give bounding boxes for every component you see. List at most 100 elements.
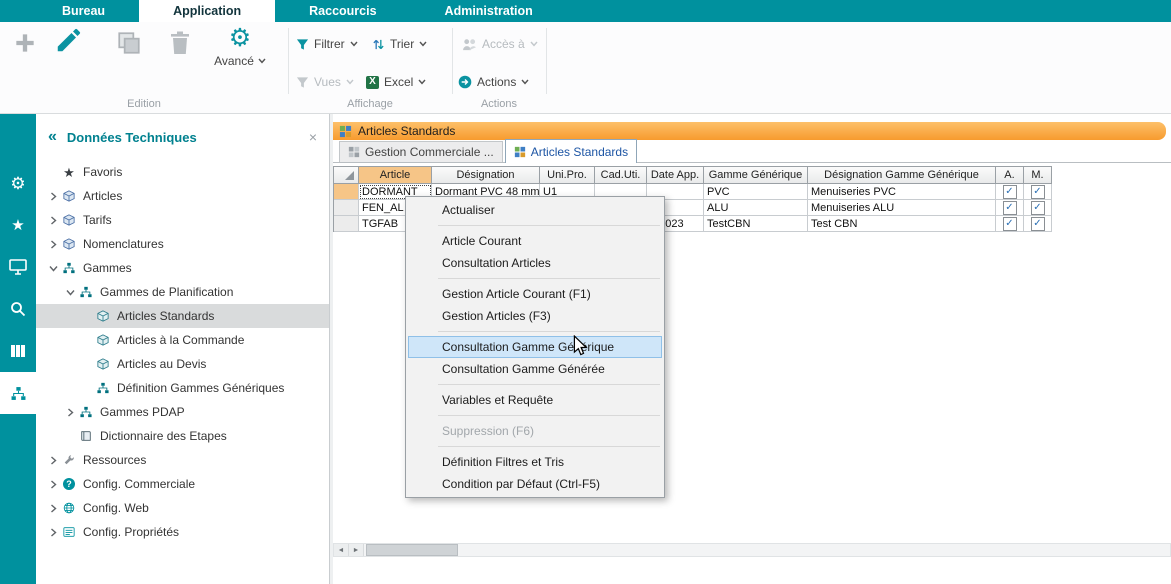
column-header-designation[interactable]: Désignation (432, 167, 540, 184)
menu-tab-administration[interactable]: Administration (411, 0, 567, 22)
excel-button[interactable]: XExcel (366, 74, 426, 90)
chevron-right-icon[interactable] (46, 528, 60, 537)
menu-item-consultation-gamme-generique[interactable]: Consultation Gamme Générique (408, 336, 662, 358)
column-header-uni-pro[interactable]: Uni.Pro. (540, 167, 595, 184)
chevron-right-icon[interactable] (63, 408, 77, 417)
column-header-a[interactable]: A. (996, 167, 1024, 184)
grid-cell-checkbox[interactable]: ✓ (1024, 200, 1052, 216)
filtrer-button[interactable]: Filtrer (296, 36, 358, 52)
sidebar-item-config-commerciale[interactable]: ?Config. Commerciale (36, 472, 329, 496)
menu-item-condition-par-defaut-ctrl-f5[interactable]: Condition par Défaut (Ctrl-F5) (408, 473, 662, 495)
chevron-right-icon[interactable] (46, 504, 60, 513)
sidebar-item-dictionnaire-des-etapes[interactable]: Dictionnaire des Etapes (36, 424, 329, 448)
sidebar-item-articles[interactable]: Articles (36, 184, 329, 208)
sidebar-item-ressources[interactable]: Ressources (36, 448, 329, 472)
sidebar-item-articles-a-la-commande[interactable]: Articles à la Commande (36, 328, 329, 352)
rail-item-grid[interactable] (0, 330, 36, 372)
sidebar-item-articles-au-devis[interactable]: Articles au Devis (36, 352, 329, 376)
grid-cell-checkbox[interactable]: ✓ (996, 184, 1024, 200)
vues-button: Vues (296, 74, 354, 90)
grid-cell-checkbox[interactable]: ✓ (1024, 184, 1052, 200)
chevron-down-icon[interactable] (46, 265, 60, 272)
edit-button[interactable] (54, 25, 84, 55)
chevron-right-icon[interactable] (46, 192, 60, 201)
column-header-cad-uti[interactable]: Cad.Uti. (595, 167, 647, 184)
grid-cell[interactable]: Menuiseries ALU (808, 200, 996, 216)
column-header-designation-gamme-generique[interactable]: Désignation Gamme Générique (808, 167, 996, 184)
menu-tab-raccourcis[interactable]: Raccourcis (275, 0, 410, 22)
sidebar-title: Données Techniques (67, 130, 309, 145)
column-header-date-app[interactable]: Date App. (647, 167, 704, 184)
row-selector[interactable] (334, 184, 359, 200)
chevron-down-icon (419, 41, 427, 47)
rail-item-settings[interactable]: ⚙ (0, 162, 36, 204)
sidebar-item-label: Gammes PDAP (100, 405, 185, 419)
grid-cell[interactable]: Menuiseries PVC (808, 184, 996, 200)
select-all-icon (345, 171, 354, 180)
trier-button[interactable]: Trier (372, 36, 427, 52)
package-icon (94, 334, 112, 346)
monitor-icon (9, 259, 27, 275)
grid-cell[interactable]: PVC (704, 184, 808, 200)
column-header-article[interactable]: Article (359, 167, 432, 184)
menu-item-gestion-articles-f3[interactable]: Gestion Articles (F3) (408, 305, 662, 327)
chevron-down-icon[interactable] (63, 289, 77, 296)
column-header-gamme-generique[interactable]: Gamme Générique (704, 167, 808, 184)
row-selector[interactable] (334, 200, 359, 216)
menu-item-consultation-articles[interactable]: Consultation Articles (408, 252, 662, 274)
grid-cell-checkbox[interactable]: ✓ (1024, 216, 1052, 232)
tab-articles-standards[interactable]: Articles Standards (505, 139, 637, 163)
sidebar-item-config-proprietes[interactable]: Config. Propriétés (36, 520, 329, 544)
sidebar-item-gammes-pdap[interactable]: Gammes PDAP (36, 400, 329, 424)
sidebar-item-tarifs[interactable]: Tarifs (36, 208, 329, 232)
tab-gestion-commerciale[interactable]: Gestion Commerciale ... (339, 141, 503, 162)
package-icon (94, 310, 112, 322)
column-header-m[interactable]: M. (1024, 167, 1052, 184)
collapse-panel-icon[interactable]: « (48, 128, 55, 146)
sidebar-item-label: Définition Gammes Génériques (117, 381, 284, 395)
chevron-right-icon[interactable] (46, 216, 60, 225)
actions-button[interactable]: Actions (458, 74, 529, 90)
chevron-right-icon[interactable] (46, 480, 60, 489)
menu-tab-application[interactable]: Application (139, 0, 275, 22)
scrollbar-thumb[interactable] (366, 544, 458, 556)
close-panel-icon[interactable]: × (309, 129, 317, 145)
menu-item-consultation-gamme-generee[interactable]: Consultation Gamme Générée (408, 358, 662, 380)
menu-item-variables-et-requete[interactable]: Variables et Requête (408, 389, 662, 411)
advanced-button[interactable]: ⚙ Avancé (212, 26, 268, 68)
search-icon (10, 301, 26, 317)
grid-cell[interactable]: Test CBN (808, 216, 996, 232)
chevron-right-icon[interactable] (46, 456, 60, 465)
menu-item-actualiser[interactable]: Actualiser (408, 199, 662, 221)
rail-item-search[interactable] (0, 288, 36, 330)
grid-cell-checkbox[interactable]: ✓ (996, 200, 1024, 216)
menu-separator (438, 331, 660, 332)
scroll-left-icon[interactable]: ◄ (334, 544, 349, 556)
grid-cell[interactable]: TestCBN (704, 216, 808, 232)
sidebar-item-gammes-de-planification[interactable]: Gammes de Planification (36, 280, 329, 304)
sidebar-item-definition-gammes-generiques[interactable]: Définition Gammes Génériques (36, 376, 329, 400)
row-selector[interactable] (334, 216, 359, 232)
horizontal-scrollbar[interactable]: ◄ ► (333, 543, 1171, 557)
rail-item-monitor[interactable] (0, 246, 36, 288)
grid-cell[interactable]: ALU (704, 200, 808, 216)
sidebar-item-config-web[interactable]: Config. Web (36, 496, 329, 520)
sidebar-item-gammes[interactable]: Gammes (36, 256, 329, 280)
trash-icon (168, 30, 192, 56)
sidebar-item-favoris[interactable]: ★Favoris (36, 160, 329, 184)
scroll-right-icon[interactable]: ► (349, 544, 364, 556)
menu-item-article-courant[interactable]: Article Courant (408, 230, 662, 252)
sidebar-item-articles-standards[interactable]: Articles Standards (36, 304, 329, 328)
actions-arrow-icon (458, 75, 472, 89)
sidebar-item-label: Favoris (83, 165, 122, 179)
grid-cell-checkbox[interactable]: ✓ (996, 216, 1024, 232)
rail-item-favorites[interactable]: ★ (0, 204, 36, 246)
sidebar-item-nomenclatures[interactable]: Nomenclatures (36, 232, 329, 256)
rail-item-technical-data[interactable] (0, 372, 36, 414)
column-header-selector[interactable] (334, 167, 359, 184)
checkbox-checked-icon: ✓ (1031, 217, 1045, 231)
menu-tab-bureau[interactable]: Bureau (28, 0, 139, 22)
menu-item-gestion-article-courant-f1[interactable]: Gestion Article Courant (F1) (408, 283, 662, 305)
chevron-right-icon[interactable] (46, 240, 60, 249)
menu-item-definition-filtres-et-tris[interactable]: Définition Filtres et Tris (408, 451, 662, 473)
